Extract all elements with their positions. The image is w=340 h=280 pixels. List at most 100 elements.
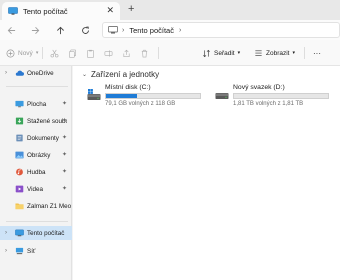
drive-free-space: 79,1 GB volných z 118 GB [105,101,176,107]
content-pane: ⌄ Zařízení a jednotky Místní disk (C:) 7… [73,66,340,280]
drive-usage-bar [105,93,201,99]
pin-icon[interactable]: ✦ [62,100,67,107]
sidebar-item-desktop[interactable]: Plocha ✦ [0,97,72,111]
pin-icon[interactable]: ✦ [62,168,67,175]
drive-usage-bar [233,93,329,99]
cloud-icon [15,70,24,76]
share-icon [123,49,130,57]
tab-this-pc[interactable]: Tento počítač ✕ [2,2,120,20]
share-button[interactable] [122,47,131,59]
chevron-down-icon: ▾ [35,50,39,56]
sidebar-item-network[interactable]: › Síť [0,244,72,258]
pin-icon[interactable]: ✦ [62,117,67,124]
chevron-down-icon: ▾ [292,50,295,56]
arrow-left-icon [7,26,15,34]
breadcrumb-separator: › [122,26,125,34]
divider [6,221,68,222]
sidebar-item-label: Stažené soubory [27,117,67,125]
drive-usage-fill [106,94,138,98]
sidebar-item-label: Síť [27,247,36,255]
divider [6,86,68,87]
chevron-right-icon[interactable]: › [5,248,7,254]
chevron-down-icon: ▾ [237,50,241,56]
close-icon[interactable]: ✕ [106,5,114,16]
sidebar-item-videos[interactable]: Videa ✦ [0,182,72,196]
windows-drive-icon [87,89,101,100]
chevron-right-icon[interactable]: › [5,230,7,236]
videos-icon [15,185,24,193]
network-icon [15,247,24,255]
sidebar-item-label: Obrázky [27,151,51,159]
new-label: Nový [18,49,33,57]
pin-icon[interactable]: ✦ [62,185,67,192]
pin-icon[interactable]: ✦ [62,134,67,141]
sidebar-item-onedrive[interactable]: › OneDrive [0,66,72,80]
sidebar-item-label: Videa [27,185,43,193]
breadcrumb-this-pc[interactable]: Tento počítač [129,26,174,35]
monitor-icon [8,7,18,15]
sidebar-item-this-pc[interactable]: › Tento počítač [0,226,72,240]
drive-c[interactable]: Místní disk (C:) 79,1 GB volných z 118 G… [87,84,212,108]
trash-icon [141,49,148,57]
more-button[interactable]: ··· [313,47,321,59]
group-title: Zařízení a jednotky [91,70,160,79]
downloads-icon [15,117,24,125]
sort-button[interactable]: Seřadit ▾ [202,47,240,59]
back-button[interactable] [4,23,18,37]
refresh-button[interactable] [78,23,92,37]
drive-d[interactable]: Nový svazek (D:) 1,81 TB volných z 1,81 … [215,84,340,108]
drive-free-space: 1,81 TB volných z 1,81 TB [233,101,304,107]
chevron-right-icon[interactable]: › [5,70,7,76]
group-header-devices[interactable]: ⌄ Zařízení a jednotky [82,70,159,79]
sort-label: Seřadit [214,49,235,57]
copy-button[interactable] [68,47,77,59]
address-bar[interactable]: › Tento počítač › [102,22,340,38]
sidebar-item-zalman[interactable]: Zalman Z1 Meo [0,199,72,213]
divider [42,47,43,59]
pin-icon[interactable]: ✦ [62,151,67,158]
view-label: Zobrazit [266,49,290,57]
chevron-down-icon[interactable]: ⌄ [82,71,87,78]
clipboard-icon [87,49,94,58]
cut-button[interactable] [50,47,59,59]
up-button[interactable] [53,23,67,37]
rename-button[interactable] [104,47,113,59]
new-button[interactable]: Nový ▾ [6,47,38,59]
drive-icon [215,93,229,99]
paste-button[interactable] [86,47,95,59]
sidebar-item-label: Hudba [27,168,46,176]
navigation-bar: › Tento počítač › [0,20,340,40]
sidebar-item-label: Dokumenty [27,134,59,142]
sidebar-item-downloads[interactable]: Stažené soubory ✦ [0,114,72,128]
drive-name: Nový svazek (D:) [233,84,285,91]
tab-title: Tento počítač [23,6,68,16]
divider [158,47,159,59]
new-tab-button[interactable]: + [128,3,134,15]
music-icon [16,168,23,176]
divider [304,47,305,59]
navigation-pane: › OneDrive Plocha ✦ Stažené soubory ✦ Do… [0,66,72,280]
sidebar-item-documents[interactable]: Dokumenty ✦ [0,131,72,145]
drive-name: Místní disk (C:) [105,84,151,91]
desktop-icon [15,100,24,108]
view-button[interactable]: Zobrazit ▾ [254,47,295,59]
arrow-right-icon [31,26,39,34]
copy-icon [69,49,76,58]
sidebar-item-label: Zalman Z1 Meo [27,202,71,210]
plus-circle-icon [6,49,15,57]
breadcrumb-separator[interactable]: › [179,27,181,34]
sidebar-item-label: OneDrive [27,69,54,77]
forward-button[interactable] [28,23,42,37]
sidebar-item-label: Tento počítač [27,229,65,237]
rename-icon [104,49,113,57]
computer-icon [108,26,118,34]
arrow-up-icon [56,26,64,34]
sidebar-item-music[interactable]: Hudba ✦ [0,165,72,179]
command-bar: Nový ▾ Seřadit ▾ Zobrazit ▾ ··· [0,40,340,66]
computer-icon [15,229,24,237]
documents-icon [16,134,23,142]
refresh-icon [81,26,89,34]
sidebar-item-label: Plocha [27,100,47,108]
sidebar-item-pictures[interactable]: Obrázky ✦ [0,148,72,162]
delete-button[interactable] [140,47,149,59]
